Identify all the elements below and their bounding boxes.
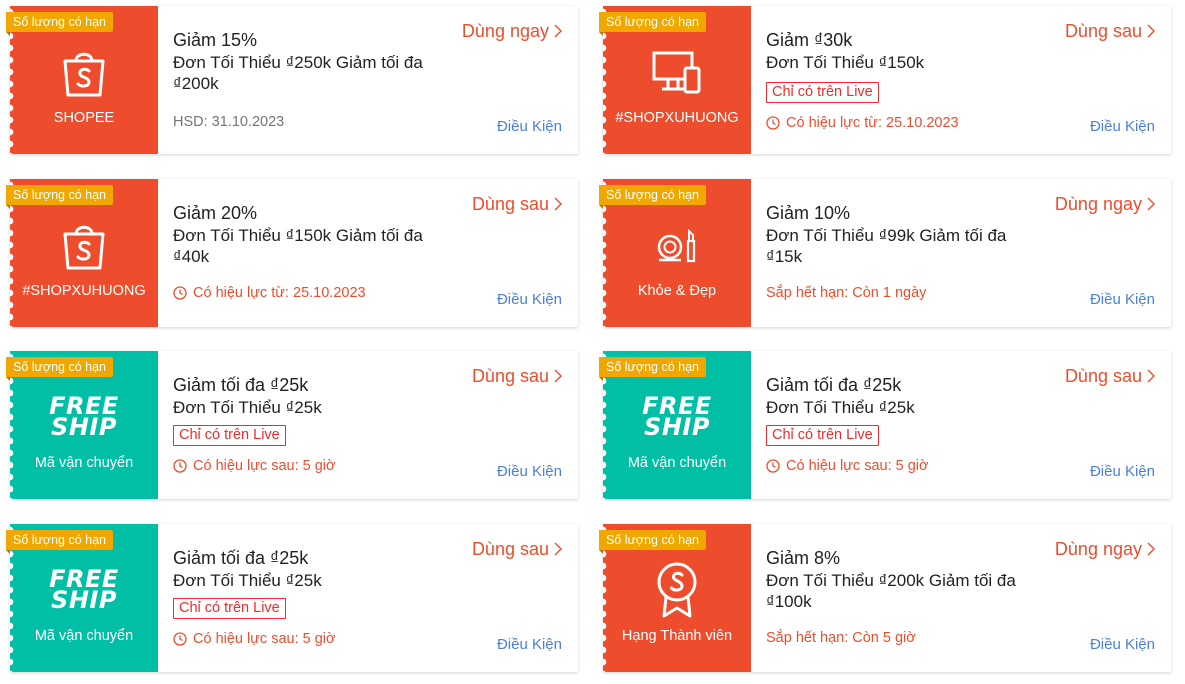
voucher-title: Giảm 15% <box>173 30 258 50</box>
voucher-category-label: Mã vận chuyển <box>34 455 134 471</box>
voucher-title: Giảm 20% <box>173 203 258 223</box>
voucher-title: Giảm ₫30k <box>766 30 853 50</box>
voucher-title: Giảm 8% <box>766 548 841 568</box>
conditions-link[interactable]: Điều Kiện <box>1090 291 1155 309</box>
voucher-subtitle: Đơn Tối Thiểu ₫25k <box>173 398 322 417</box>
use-now-button[interactable]: Dùng ngay <box>1055 193 1155 215</box>
voucher-subtitle: Đơn Tối Thiểu ₫250k Giảm tối đa ₫200k <box>173 53 423 93</box>
limited-quantity-badge: Số lượng có hạn <box>599 12 707 36</box>
chevron-right-icon <box>554 24 562 38</box>
clock-icon <box>766 116 780 130</box>
limited-quantity-badge: Số lượng có hạn <box>599 185 707 209</box>
voucher-status: Có hiệu lực từ: 25.10.2023 <box>173 284 366 302</box>
use-later-button[interactable]: Dùng sau <box>1065 365 1155 387</box>
use-later-button[interactable]: Dùng sau <box>1065 20 1155 42</box>
voucher-status: Có hiệu lực sau: 5 giờ <box>173 630 336 648</box>
conditions-link[interactable]: Điều Kiện <box>1090 463 1155 481</box>
conditions-link[interactable]: Điều Kiện <box>497 118 562 136</box>
chevron-right-icon <box>1147 197 1155 211</box>
voucher-card[interactable]: #SHOPXUHUONG Số lượng có hạn Giảm 20% Đơ… <box>6 179 578 327</box>
conditions-link[interactable]: Điều Kiện <box>1090 636 1155 654</box>
voucher-subtitle: Đơn Tối Thiểu ₫25k <box>766 398 915 417</box>
chevron-right-icon <box>1147 542 1155 556</box>
voucher-card[interactable]: FREE SHIP Mã vận chuyển Số lượng có hạn … <box>6 351 578 499</box>
clock-icon <box>766 459 780 473</box>
chevron-right-icon <box>554 369 562 383</box>
limited-quantity-badge: Số lượng có hạn <box>599 357 707 381</box>
devices-icon <box>603 40 751 104</box>
voucher-card[interactable]: FREE SHIP Mã vận chuyển Số lượng có hạn … <box>6 524 578 672</box>
live-only-tag: Chỉ có trên Live <box>766 82 879 103</box>
voucher-status: Có hiệu lực sau: 5 giờ <box>766 457 929 475</box>
voucher-status: Sắp hết hạn: Còn 5 giờ <box>766 630 916 646</box>
voucher-category-label: SHOPEE <box>53 110 115 126</box>
chevron-right-icon <box>1147 369 1155 383</box>
shopee-bag-icon <box>10 40 158 104</box>
voucher-category-label: Khỏe & Đẹp <box>637 283 717 299</box>
limited-quantity-badge: Số lượng có hạn <box>599 530 707 554</box>
use-now-button[interactable]: Dùng ngay <box>1055 538 1155 560</box>
limited-quantity-badge: Số lượng có hạn <box>6 12 114 36</box>
limited-quantity-badge: Số lượng có hạn <box>6 530 114 554</box>
limited-quantity-badge: Số lượng có hạn <box>6 357 114 381</box>
use-later-button[interactable]: Dùng sau <box>472 538 562 560</box>
clock-icon <box>173 286 187 300</box>
use-now-button[interactable]: Dùng ngay <box>462 20 562 42</box>
freeship-logo: FREE SHIP <box>49 565 119 614</box>
conditions-link[interactable]: Điều Kiện <box>1090 118 1155 136</box>
voucher-card[interactable]: Hạng Thành viên Số lượng có hạn Giảm 8% … <box>599 524 1171 672</box>
freeship-logo: FREE SHIP <box>642 392 712 441</box>
voucher-subtitle: Đơn Tối Thiểu ₫99k Giảm tối đa ₫15k <box>766 226 1007 266</box>
voucher-subtitle: Đơn Tối Thiểu ₫150k <box>766 53 925 72</box>
conditions-link[interactable]: Điều Kiện <box>497 463 562 481</box>
voucher-status: Có hiệu lực sau: 5 giờ <box>173 457 336 475</box>
conditions-link[interactable]: Điều Kiện <box>497 636 562 654</box>
chevron-right-icon <box>1147 24 1155 38</box>
chevron-right-icon <box>554 542 562 556</box>
use-later-button[interactable]: Dùng sau <box>472 193 562 215</box>
voucher-title: Giảm 10% <box>766 203 851 223</box>
voucher-card[interactable]: SHOPEE Số lượng có hạn Giảm 15% Đơn Tối … <box>6 6 578 154</box>
voucher-status: HSD: 31.10.2023 <box>173 114 285 130</box>
voucher-subtitle: Đơn Tối Thiểu ₫25k <box>173 571 322 590</box>
voucher-category-label: Hạng Thành viên <box>621 628 733 644</box>
voucher-category-label: #SHOPXUHUONG <box>615 110 739 126</box>
voucher-category-label: #SHOPXUHUONG <box>22 283 146 299</box>
live-only-tag: Chỉ có trên Live <box>173 425 286 446</box>
voucher-card[interactable]: #SHOPXUHUONG Số lượng có hạn Giảm ₫30k Đ… <box>599 6 1171 154</box>
limited-quantity-badge: Số lượng có hạn <box>6 185 114 209</box>
use-later-button[interactable]: Dùng sau <box>472 365 562 387</box>
voucher-title: Giảm tối đa ₫25k <box>173 548 309 568</box>
live-only-tag: Chỉ có trên Live <box>766 425 879 446</box>
clock-icon <box>173 632 187 646</box>
cosmetics-icon <box>603 213 751 277</box>
voucher-title: Giảm tối đa ₫25k <box>173 375 309 395</box>
voucher-subtitle: Đơn Tối Thiểu ₫150k Giảm tối đa ₫40k <box>173 226 423 266</box>
clock-icon <box>173 459 187 473</box>
conditions-link[interactable]: Điều Kiện <box>497 291 562 309</box>
voucher-category-label: Mã vận chuyển <box>34 628 134 644</box>
voucher-card[interactable]: FREE SHIP Mã vận chuyển Số lượng có hạn … <box>599 351 1171 499</box>
live-only-tag: Chỉ có trên Live <box>173 598 286 619</box>
freeship-logo: FREE SHIP <box>49 392 119 441</box>
voucher-status: Có hiệu lực từ: 25.10.2023 <box>766 114 959 132</box>
voucher-category-label: Mã vận chuyển <box>627 455 727 471</box>
voucher-card[interactable]: Khỏe & Đẹp Số lượng có hạn Giảm 10% Đơn … <box>599 179 1171 327</box>
voucher-title: Giảm tối đa ₫25k <box>766 375 902 395</box>
shopee-bag-icon <box>10 213 158 277</box>
voucher-status: Sắp hết hạn: Còn 1 ngày <box>766 285 927 301</box>
voucher-subtitle: Đơn Tối Thiểu ₫200k Giảm tối đa ₫100k <box>766 571 1016 611</box>
chevron-right-icon <box>554 197 562 211</box>
member-medal-icon <box>603 558 751 622</box>
